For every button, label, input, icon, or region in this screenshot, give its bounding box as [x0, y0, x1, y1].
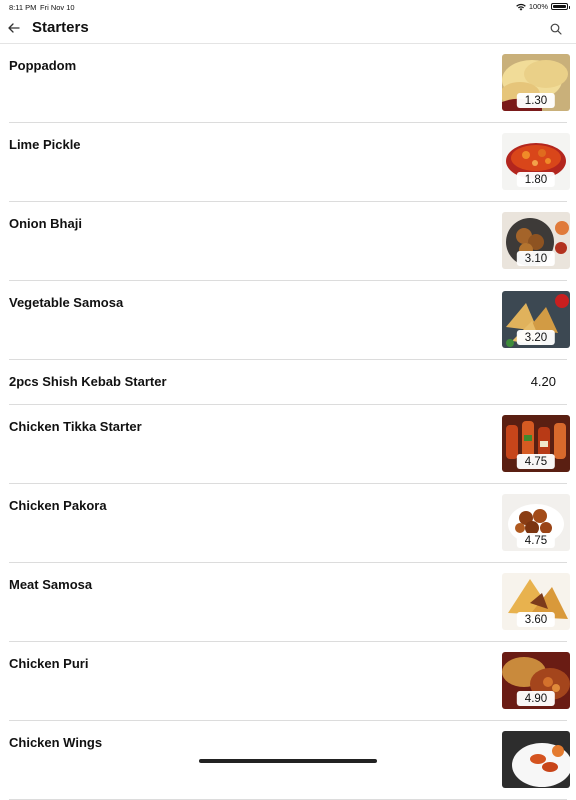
menu-item-price: 3.10 — [516, 251, 556, 266]
status-right: 100% — [516, 2, 570, 11]
menu-item[interactable]: Poppadom 1.30 — [0, 44, 576, 123]
menu-item-image[interactable]: 1.80 — [502, 133, 570, 190]
menu-item[interactable]: 2pcs Shish Kebab Starter 4.20 — [0, 360, 576, 405]
menu-item-image[interactable] — [502, 731, 570, 788]
menu-item-image[interactable]: 4.75 — [502, 494, 570, 551]
menu-item-price: 3.20 — [516, 330, 556, 345]
menu-item-price: 1.30 — [516, 93, 556, 108]
battery-percent: 100% — [528, 2, 548, 11]
menu-item-name: Meat Samosa — [9, 577, 93, 592]
nav-bar: Starters — [0, 14, 576, 44]
menu-item-name: 2pcs Shish Kebab Starter — [9, 374, 167, 389]
battery-icon — [551, 3, 570, 10]
menu-item-price: 4.75 — [516, 533, 556, 548]
menu-item[interactable]: Chicken Tikka Starter 4.75 — [0, 405, 576, 484]
menu-item-name: Vegetable Samosa — [9, 295, 124, 310]
search-icon[interactable] — [549, 22, 563, 36]
menu-item-image[interactable]: 3.60 — [502, 573, 570, 630]
menu-item-image[interactable]: 3.20 — [502, 291, 570, 348]
food-photo — [502, 731, 570, 788]
menu-item-price: 4.90 — [516, 691, 556, 706]
wifi-icon — [516, 3, 526, 11]
page-title: Starters — [32, 19, 89, 36]
menu-item-image[interactable]: 4.75 — [502, 415, 570, 472]
menu-item[interactable]: Chicken Pakora 4.75 — [0, 484, 576, 563]
menu-item[interactable]: Meat Samosa 3.60 — [0, 563, 576, 642]
menu-item[interactable]: Lime Pickle 1.80 — [0, 123, 576, 202]
arrow-left-icon[interactable] — [6, 20, 22, 36]
menu-item[interactable]: Vegetable Samosa 3.20 — [0, 281, 576, 360]
menu-item-name: Chicken Puri — [9, 656, 89, 671]
menu-item-price: 1.80 — [516, 172, 556, 187]
menu-item-name: Chicken Tikka Starter — [9, 419, 142, 434]
menu-item[interactable]: Chicken Puri 4.90 — [0, 642, 576, 721]
menu-item-name: Poppadom — [9, 58, 77, 73]
menu-item-name: Lime Pickle — [9, 137, 81, 152]
menu-item-price: 4.75 — [516, 454, 556, 469]
menu-item-name: Chicken Pakora — [9, 498, 107, 513]
menu-item-image[interactable]: 4.90 — [502, 652, 570, 709]
status-date: Fri Nov 10 — [40, 3, 75, 12]
status-time: 8:11 PM — [9, 3, 37, 12]
home-indicator[interactable] — [199, 759, 377, 763]
menu-item-price: 4.20 — [530, 374, 556, 389]
menu-item[interactable]: Onion Bhaji 3.10 — [0, 202, 576, 281]
menu-item-name: Chicken Wings — [9, 735, 103, 750]
menu-item-image[interactable]: 3.10 — [502, 212, 570, 269]
status-bar: 8:11 PM Fri Nov 10 100% — [0, 0, 576, 14]
menu-list: Poppadom 1.30 Lime Pickle 1.80 Onion Bhaji 3.… — [0, 44, 576, 800]
menu-item-price: 3.60 — [516, 612, 556, 627]
menu-item-name: Onion Bhaji — [9, 216, 82, 231]
menu-item-image[interactable]: 1.30 — [502, 54, 570, 111]
